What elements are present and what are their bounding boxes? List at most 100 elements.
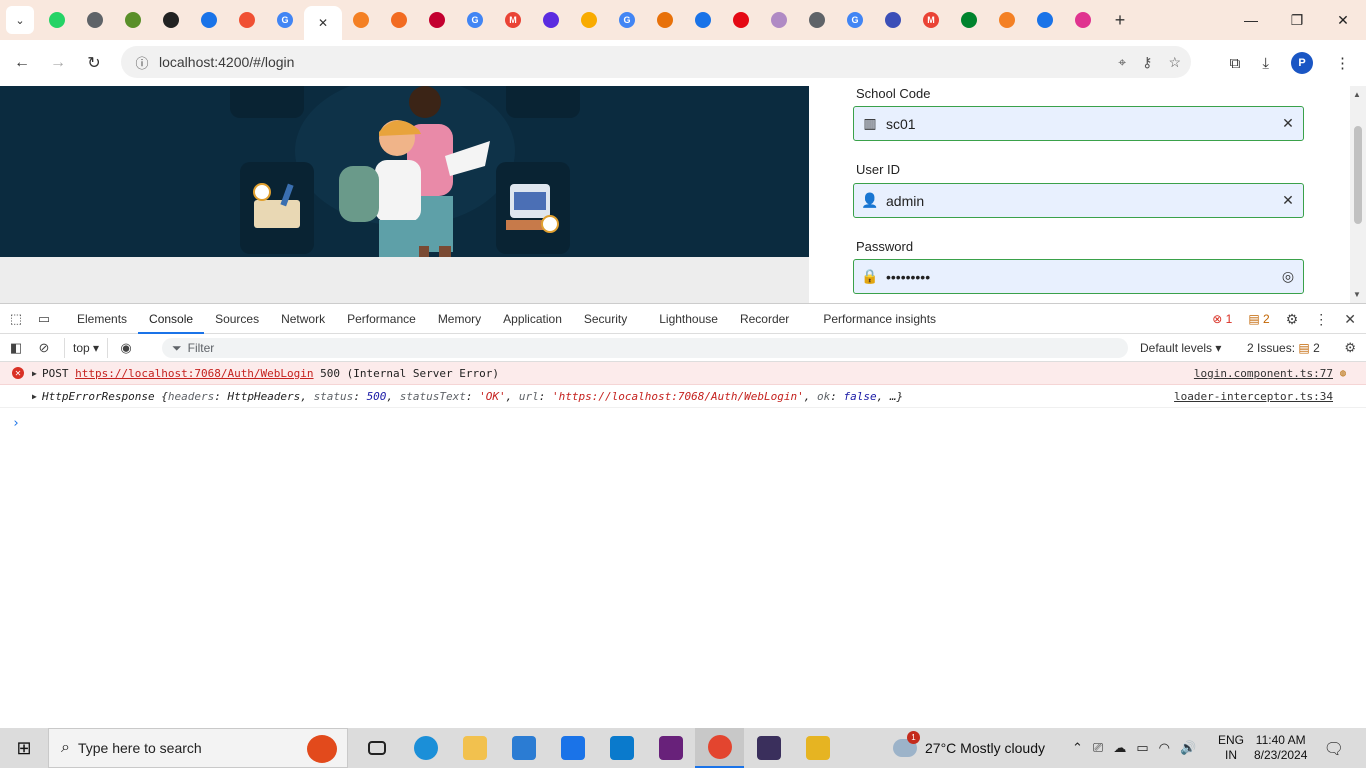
new-tab-button[interactable]: + xyxy=(1106,10,1134,31)
site-info-icon[interactable]: ⓘ xyxy=(127,53,157,72)
more-menu-icon[interactable]: ⋮ xyxy=(1335,54,1350,72)
location-icon[interactable]: ⌖ xyxy=(1118,54,1126,71)
mail-icon[interactable] xyxy=(548,728,597,768)
browser-tab[interactable] xyxy=(570,4,608,36)
browser-tab[interactable]: M xyxy=(494,4,532,36)
url-text[interactable]: localhost:4200/#/login xyxy=(159,54,294,70)
toggle-password-visibility-icon[interactable]: ◎ xyxy=(1273,268,1303,285)
forward-button[interactable]: → xyxy=(40,54,76,72)
tools-icon[interactable] xyxy=(793,728,842,768)
devtools-tab[interactable]: Application xyxy=(492,304,573,334)
clear-school-code-icon[interactable]: ✕ xyxy=(1273,115,1303,132)
browser-tab[interactable] xyxy=(798,4,836,36)
chrome-icon[interactable] xyxy=(695,728,744,768)
issues-button[interactable]: 2 Issues: ▤ 2 xyxy=(1247,334,1320,362)
visual-studio-icon[interactable] xyxy=(646,728,695,768)
browser-tab[interactable] xyxy=(190,4,228,36)
devtools-close-icon[interactable]: ✕ xyxy=(1344,311,1356,328)
devtools-tab[interactable]: Lighthouse xyxy=(648,304,729,334)
browser-tab[interactable] xyxy=(760,4,798,36)
browser-tab[interactable] xyxy=(722,4,760,36)
file-explorer-icon[interactable] xyxy=(450,728,499,768)
devtools-tab[interactable]: Elements xyxy=(66,304,138,334)
devtools-tab[interactable]: Performance xyxy=(336,304,427,334)
tab-search-button[interactable]: ⌄ xyxy=(6,6,34,34)
vscode-icon[interactable] xyxy=(597,728,646,768)
minimize-button[interactable]: — xyxy=(1228,0,1274,40)
extensions-icon[interactable]: ⧉ xyxy=(1230,55,1241,72)
clock[interactable]: 11:40 AM 8/23/2024 xyxy=(1254,733,1307,763)
taskbar-search-box[interactable]: ⌕ Type here to search xyxy=(48,728,348,768)
chevron-up-icon[interactable]: ⌃ xyxy=(1072,740,1083,756)
download-icon[interactable]: ⤓ xyxy=(1262,55,1269,72)
devtools-tab[interactable]: Network xyxy=(270,304,336,334)
close-tab-icon[interactable]: ✕ xyxy=(318,16,328,30)
browser-tab[interactable] xyxy=(532,4,570,36)
expand-triangle-icon[interactable]: ▶ xyxy=(32,369,37,378)
school-code-field[interactable]: ▥ sc01 ✕ xyxy=(853,106,1304,141)
restore-button[interactable]: ❐ xyxy=(1274,0,1320,40)
console-filter-input[interactable]: ⏷ Filter xyxy=(162,338,1128,358)
browser-tab[interactable]: G xyxy=(456,4,494,36)
language-indicator[interactable]: ENG IN xyxy=(1218,733,1244,763)
browser-tab[interactable] xyxy=(1026,4,1064,36)
search-highlight-icon[interactable] xyxy=(307,735,337,763)
address-bar[interactable]: ⓘ localhost:4200/#/login ⌖ ⚷ ☆ xyxy=(121,46,1191,78)
browser-tab[interactable]: M xyxy=(912,4,950,36)
school-code-value[interactable]: sc01 xyxy=(886,116,1273,132)
warning-count-badge[interactable]: ▤ 2 xyxy=(1248,312,1269,326)
page-scrollbar[interactable]: ▲ ▼ xyxy=(1350,86,1366,303)
password-value[interactable]: ••••••••• xyxy=(886,269,1273,285)
terminal-icon[interactable] xyxy=(744,728,793,768)
notification-icon[interactable]: 🗨 xyxy=(1324,739,1344,759)
volume-icon[interactable]: 🔊 xyxy=(1180,740,1196,756)
browser-tab[interactable] xyxy=(342,4,380,36)
store-icon[interactable] xyxy=(499,728,548,768)
browser-tab[interactable] xyxy=(950,4,988,36)
user-id-value[interactable]: admin xyxy=(886,193,1273,209)
ai-insight-icon[interactable]: ◍ xyxy=(1340,368,1346,379)
reload-button[interactable]: ↻ xyxy=(76,53,112,73)
password-field[interactable]: 🔒 ••••••••• ◎ xyxy=(853,259,1304,294)
devtools-tab[interactable]: Performance insights xyxy=(812,304,947,334)
devtools-tab[interactable]: Security xyxy=(573,304,638,334)
console-prompt-icon[interactable]: › xyxy=(12,416,20,431)
browser-tab[interactable] xyxy=(114,4,152,36)
browser-tab[interactable] xyxy=(38,4,76,36)
browser-tab[interactable]: ✕ xyxy=(304,6,342,40)
browser-tab[interactable] xyxy=(874,4,912,36)
message-source-link[interactable]: login.component.ts:77 xyxy=(1194,367,1333,380)
log-levels-dropdown[interactable]: Default levels ▾ xyxy=(1140,334,1221,362)
wifi-icon[interactable]: ◠ xyxy=(1159,740,1170,756)
close-window-button[interactable]: ✕ xyxy=(1320,0,1366,40)
meet-now-icon[interactable]: ⎚ xyxy=(1093,740,1103,756)
browser-tab[interactable]: G xyxy=(836,4,874,36)
edge-icon[interactable] xyxy=(401,728,450,768)
devtools-more-icon[interactable]: ⋮ xyxy=(1314,311,1328,328)
error-count-badge[interactable]: ⊗ 1 xyxy=(1212,312,1232,326)
browser-tab[interactable] xyxy=(1064,4,1102,36)
bookmark-star-icon[interactable]: ☆ xyxy=(1168,54,1181,71)
console-settings-icon[interactable]: ⚙ xyxy=(1344,334,1356,362)
browser-tab[interactable] xyxy=(684,4,722,36)
onedrive-cloud-icon[interactable]: ☁ xyxy=(1113,740,1126,756)
scroll-down-arrow-icon[interactable]: ▼ xyxy=(1353,290,1361,299)
browser-tab[interactable] xyxy=(418,4,456,36)
device-toolbar-icon[interactable]: ▭ xyxy=(30,311,58,327)
clear-console-icon[interactable]: ⊘ xyxy=(30,340,58,356)
scrollbar-thumb[interactable] xyxy=(1354,126,1362,224)
browser-tab[interactable] xyxy=(988,4,1026,36)
scroll-up-arrow-icon[interactable]: ▲ xyxy=(1353,90,1361,99)
request-url-link[interactable]: https://localhost:7068/Auth/WebLogin xyxy=(75,367,313,380)
key-icon[interactable]: ⚷ xyxy=(1142,54,1152,71)
profile-avatar[interactable]: P xyxy=(1291,52,1313,74)
devtools-tab[interactable]: Memory xyxy=(427,304,492,334)
inspect-element-icon[interactable]: ⬚ xyxy=(2,311,30,327)
sidebar-toggle-icon[interactable]: ◧ xyxy=(2,340,30,356)
start-button[interactable]: ⊞ xyxy=(0,738,48,759)
devtools-settings-icon[interactable]: ⚙ xyxy=(1286,311,1299,328)
browser-tab[interactable]: G xyxy=(608,4,646,36)
console-log-message[interactable]: ▶ HttpErrorResponse {headers: HttpHeader… xyxy=(0,385,1366,408)
browser-tab[interactable] xyxy=(76,4,114,36)
console-error-message[interactable]: ✕ ▶ POST https://localhost:7068/Auth/Web… xyxy=(0,362,1366,385)
